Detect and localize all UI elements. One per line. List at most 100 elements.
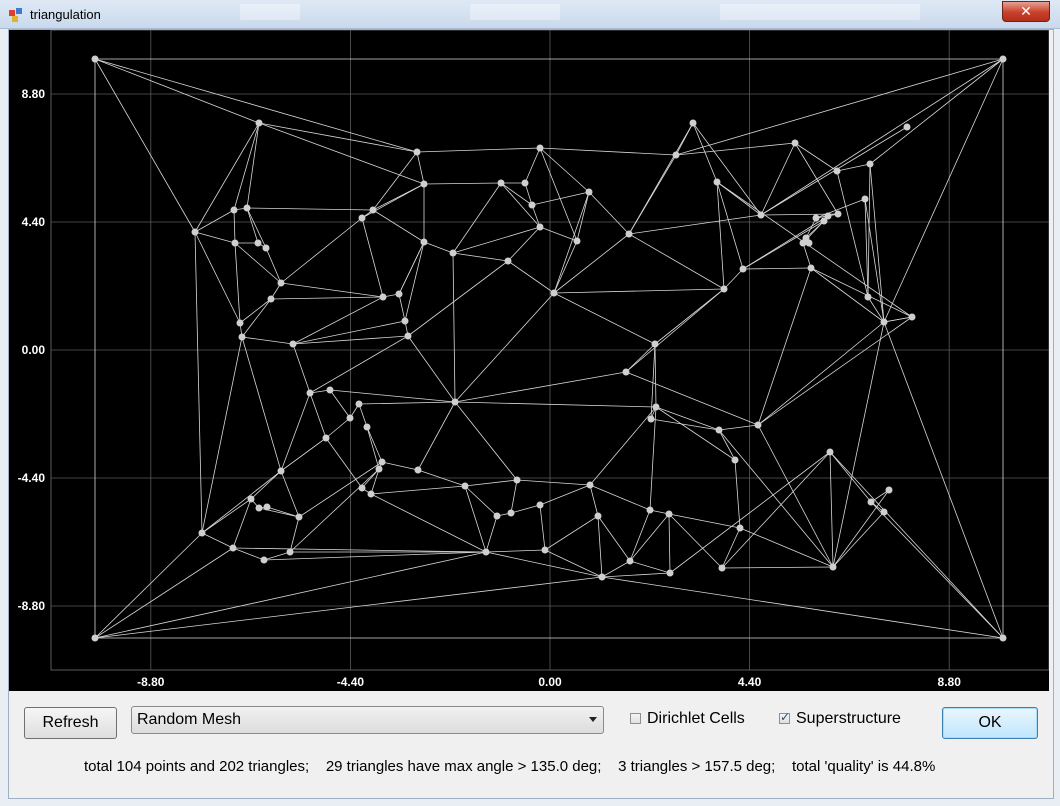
mesh-edge (757, 321, 885, 426)
mesh-edge (668, 513, 723, 569)
mesh-edge (539, 226, 578, 242)
y-tick-label: 4.40 (22, 215, 46, 229)
mesh-edge (655, 406, 736, 461)
mesh-edge (370, 485, 466, 495)
y-tick-label: -8.80 (18, 599, 46, 613)
close-button[interactable]: ✕ (1002, 1, 1050, 22)
mesh-edge (398, 241, 425, 295)
mesh-edge (292, 296, 384, 345)
mesh-edge (289, 468, 380, 553)
mesh-edge (836, 170, 869, 298)
mesh-edge (263, 551, 291, 561)
triangulation-mesh (94, 58, 1004, 639)
mesh-point (666, 569, 674, 577)
mesh-point (880, 508, 888, 516)
mesh-point (346, 414, 354, 422)
mesh-edge (201, 470, 282, 534)
mesh-edge (398, 293, 406, 322)
mesh-point (91, 634, 99, 642)
mesh-edge (370, 493, 487, 553)
superstructure-checkbox[interactable]: ✓ Superstructure (779, 710, 919, 729)
checkbox-box: ✓ (779, 710, 791, 724)
mesh-point (689, 119, 697, 127)
mesh-edge (716, 181, 762, 216)
mesh-edge (366, 426, 380, 470)
mesh-edge (423, 182, 502, 185)
mesh-point (401, 317, 409, 325)
mesh-edge (588, 191, 630, 235)
dirichlet-cells-checkbox[interactable]: Dirichlet Cells (630, 710, 750, 729)
mesh-edge (625, 288, 725, 373)
mesh-edge (836, 163, 871, 172)
mesh-edge (94, 547, 234, 639)
mesh-point (536, 223, 544, 231)
y-tick-label: -4.40 (18, 471, 46, 485)
mesh-edge (654, 343, 657, 408)
mesh-point (521, 179, 529, 187)
mesh-point (198, 529, 206, 537)
mesh-edge (629, 513, 670, 562)
mesh-edge (629, 509, 651, 562)
mesh-point (807, 264, 815, 272)
mesh-type-select[interactable]: Random Mesh (131, 706, 604, 734)
mesh-point (885, 486, 893, 494)
mesh-edge (500, 182, 533, 206)
close-icon: ✕ (1020, 3, 1032, 19)
mesh-edge (668, 513, 741, 529)
mesh-point (739, 265, 747, 273)
mesh-point (665, 510, 673, 518)
mesh-point (482, 548, 490, 556)
mesh-point (625, 230, 633, 238)
mesh-point (262, 244, 270, 252)
mesh-point (260, 556, 268, 564)
mesh-point (255, 504, 263, 512)
mesh-edge (553, 288, 725, 294)
mesh-point (651, 340, 659, 348)
mesh-point (585, 188, 593, 196)
mesh-edge (404, 241, 425, 322)
mesh-edge (802, 242, 812, 269)
mesh-edge (625, 371, 759, 426)
mesh-edge (829, 451, 872, 503)
checkmark-icon: ✓ (780, 710, 791, 724)
mesh-edge (233, 122, 260, 211)
mesh-edge (454, 292, 555, 403)
refresh-button[interactable]: Refresh (24, 707, 117, 739)
mesh-edge (454, 401, 518, 481)
triangulation-plot[interactable]: -8.80 -4.40 0.00 4.40 8.80 8.80 4.40 0.00 -4.40 -… (9, 30, 1049, 691)
ok-button[interactable]: OK (942, 707, 1038, 739)
mesh-edge (721, 566, 834, 569)
mesh-edge (628, 214, 762, 235)
mesh-edge (718, 429, 736, 461)
mesh-edge (381, 461, 419, 471)
mesh-point (812, 214, 820, 222)
mesh-point (277, 279, 285, 287)
mesh-edge (870, 501, 1004, 639)
mesh-point (999, 634, 1007, 642)
mesh-point (289, 340, 297, 348)
mesh-point (413, 148, 421, 156)
mesh-edge (721, 451, 831, 569)
mesh-point (908, 313, 916, 321)
mesh-edge (289, 516, 300, 553)
dirichlet-cells-label: Dirichlet Cells (647, 710, 745, 727)
mesh-edge (531, 191, 590, 206)
mesh-point (864, 293, 872, 301)
mesh-edge (246, 122, 260, 209)
mesh-edge (539, 504, 546, 551)
window-title: triangulation (30, 7, 101, 22)
mesh-point (449, 249, 457, 257)
mesh-edge (292, 343, 311, 394)
mesh-edge (589, 484, 599, 517)
mesh-edge (329, 389, 456, 403)
mesh-type-value: Random Mesh (137, 711, 242, 728)
mesh-point (550, 289, 558, 297)
mesh-edge (655, 406, 720, 431)
y-tick-label: 8.80 (22, 87, 46, 101)
mesh-edge (716, 181, 725, 290)
mesh-edge (485, 549, 546, 553)
chevron-down-icon (589, 717, 597, 722)
mesh-edge (531, 204, 541, 228)
mesh-edge (757, 424, 834, 568)
x-tick-label: -4.40 (337, 675, 365, 689)
